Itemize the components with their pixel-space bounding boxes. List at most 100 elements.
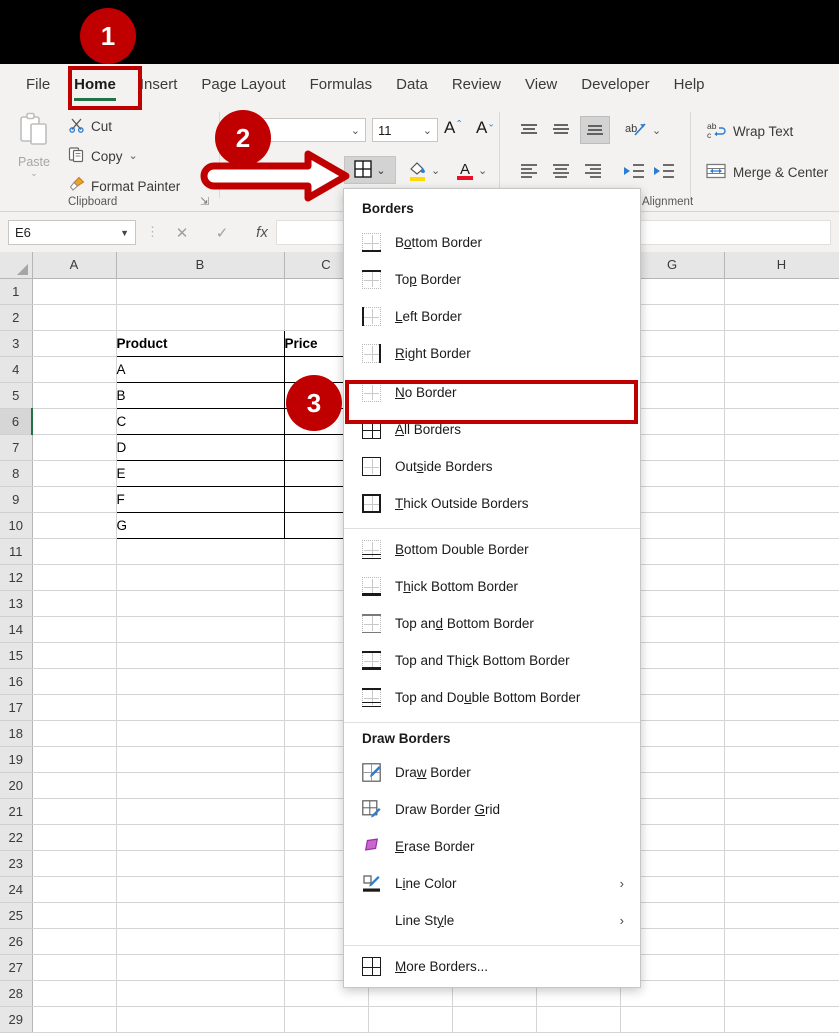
menu-item-top-and-thick-bottom-border[interactable]: Top and Thick Bottom Border <box>344 642 640 679</box>
cell-A5[interactable] <box>32 382 116 408</box>
cell-B10[interactable]: G <box>116 512 284 538</box>
row-header-16[interactable]: 16 <box>0 668 32 694</box>
cell-A4[interactable] <box>32 356 116 382</box>
cell-A16[interactable] <box>32 668 116 694</box>
increase-indent-button[interactable] <box>652 162 676 183</box>
menu-item-line-color[interactable]: Line Color › <box>344 865 640 902</box>
cell-B22[interactable] <box>116 824 284 850</box>
align-bottom-button[interactable] <box>580 116 610 144</box>
cell-A19[interactable] <box>32 746 116 772</box>
cell-A24[interactable] <box>32 876 116 902</box>
row-header-26[interactable]: 26 <box>0 928 32 954</box>
row-header-9[interactable]: 9 <box>0 486 32 512</box>
cell-B9[interactable]: F <box>116 486 284 512</box>
menu-item-right-border[interactable]: Right Border <box>344 335 640 372</box>
copy-button[interactable]: Copy ⌄ <box>68 146 138 166</box>
row-header-27[interactable]: 27 <box>0 954 32 980</box>
font-color-button[interactable]: A <box>455 158 475 185</box>
column-header-B[interactable]: B <box>116 252 284 278</box>
tab-data[interactable]: Data <box>384 70 440 99</box>
cell-A12[interactable] <box>32 564 116 590</box>
cell-B7[interactable]: D <box>116 434 284 460</box>
name-box[interactable]: E6 ▼ <box>8 220 136 245</box>
cell-A28[interactable] <box>32 980 116 1006</box>
tab-view[interactable]: View <box>513 70 569 99</box>
align-top-button[interactable] <box>518 120 540 143</box>
cell-H21[interactable] <box>724 798 839 824</box>
align-left-button[interactable] <box>518 162 540 183</box>
borders-chevron-down-icon[interactable]: ⌄ <box>376 164 385 177</box>
row-header-22[interactable]: 22 <box>0 824 32 850</box>
cell-H26[interactable] <box>724 928 839 954</box>
tab-page-layout[interactable]: Page Layout <box>189 70 297 99</box>
row-header-17[interactable]: 17 <box>0 694 32 720</box>
column-header-A[interactable]: A <box>32 252 116 278</box>
cell-H18[interactable] <box>724 720 839 746</box>
menu-item-top-and-bottom-border[interactable]: Top and Bottom Border <box>344 605 640 642</box>
cell-B12[interactable] <box>116 564 284 590</box>
cell-H14[interactable] <box>724 616 839 642</box>
cell-B21[interactable] <box>116 798 284 824</box>
format-painter-button[interactable]: Format Painter <box>68 176 180 196</box>
paste-chevron-down-icon[interactable]: ⌄ <box>30 169 38 177</box>
menu-item-erase-border[interactable]: Erase Border › <box>344 828 640 865</box>
font-size-chevron-down-icon[interactable]: ⌄ <box>423 124 432 137</box>
cell-H16[interactable] <box>724 668 839 694</box>
cell-A2[interactable] <box>32 304 116 330</box>
tab-help[interactable]: Help <box>662 70 717 99</box>
cell-A27[interactable] <box>32 954 116 980</box>
cell-B20[interactable] <box>116 772 284 798</box>
cell-B25[interactable] <box>116 902 284 928</box>
cell-H24[interactable] <box>724 876 839 902</box>
cell-F29[interactable] <box>536 1006 620 1032</box>
row-header-5[interactable]: 5 <box>0 382 32 408</box>
menu-item-line-style[interactable]: Line Style › <box>344 902 640 939</box>
orientation-chevron-down-icon[interactable]: ⌄ <box>652 124 661 137</box>
cell-H12[interactable] <box>724 564 839 590</box>
cell-A21[interactable] <box>32 798 116 824</box>
cell-A10[interactable] <box>32 512 116 538</box>
increase-font-size-button[interactable]: A⌃ <box>444 118 463 138</box>
row-header-24[interactable]: 24 <box>0 876 32 902</box>
menu-item-more-borders[interactable]: More Borders... <box>344 948 640 985</box>
row-header-15[interactable]: 15 <box>0 642 32 668</box>
row-header-7[interactable]: 7 <box>0 434 32 460</box>
row-header-14[interactable]: 14 <box>0 616 32 642</box>
cell-H29[interactable] <box>724 1006 839 1032</box>
select-all-corner[interactable] <box>0 252 32 278</box>
column-header-H[interactable]: H <box>724 252 839 278</box>
cell-A9[interactable] <box>32 486 116 512</box>
menu-item-top-and-double-bottom-border[interactable]: Top and Double Bottom Border <box>344 679 640 716</box>
cell-B8[interactable]: E <box>116 460 284 486</box>
cell-A20[interactable] <box>32 772 116 798</box>
cell-H6[interactable] <box>724 408 839 434</box>
cell-H22[interactable] <box>724 824 839 850</box>
cell-H19[interactable] <box>724 746 839 772</box>
cut-button[interactable]: Cut <box>68 116 112 136</box>
cell-A18[interactable] <box>32 720 116 746</box>
row-header-21[interactable]: 21 <box>0 798 32 824</box>
row-header-29[interactable]: 29 <box>0 1006 32 1032</box>
cell-A13[interactable] <box>32 590 116 616</box>
row-header-20[interactable]: 20 <box>0 772 32 798</box>
menu-item-left-border[interactable]: Left Border <box>344 298 640 335</box>
cell-B28[interactable] <box>116 980 284 1006</box>
cell-A26[interactable] <box>32 928 116 954</box>
cell-B26[interactable] <box>116 928 284 954</box>
cell-H9[interactable] <box>724 486 839 512</box>
row-header-8[interactable]: 8 <box>0 460 32 486</box>
font-size-input[interactable]: 11 ⌄ <box>372 118 438 142</box>
cancel-formula-button[interactable]: ✕ <box>162 220 202 245</box>
cell-A15[interactable] <box>32 642 116 668</box>
row-header-2[interactable]: 2 <box>0 304 32 330</box>
cell-B5[interactable]: B <box>116 382 284 408</box>
cell-B15[interactable] <box>116 642 284 668</box>
decrease-font-size-button[interactable]: A⌄ <box>476 118 495 138</box>
cell-H7[interactable] <box>724 434 839 460</box>
cell-B14[interactable] <box>116 616 284 642</box>
cell-A22[interactable] <box>32 824 116 850</box>
row-header-28[interactable]: 28 <box>0 980 32 1006</box>
row-header-6[interactable]: 6 <box>0 408 32 434</box>
menu-item-outside-borders[interactable]: Outside Borders <box>344 448 640 485</box>
align-middle-button[interactable] <box>550 120 572 143</box>
